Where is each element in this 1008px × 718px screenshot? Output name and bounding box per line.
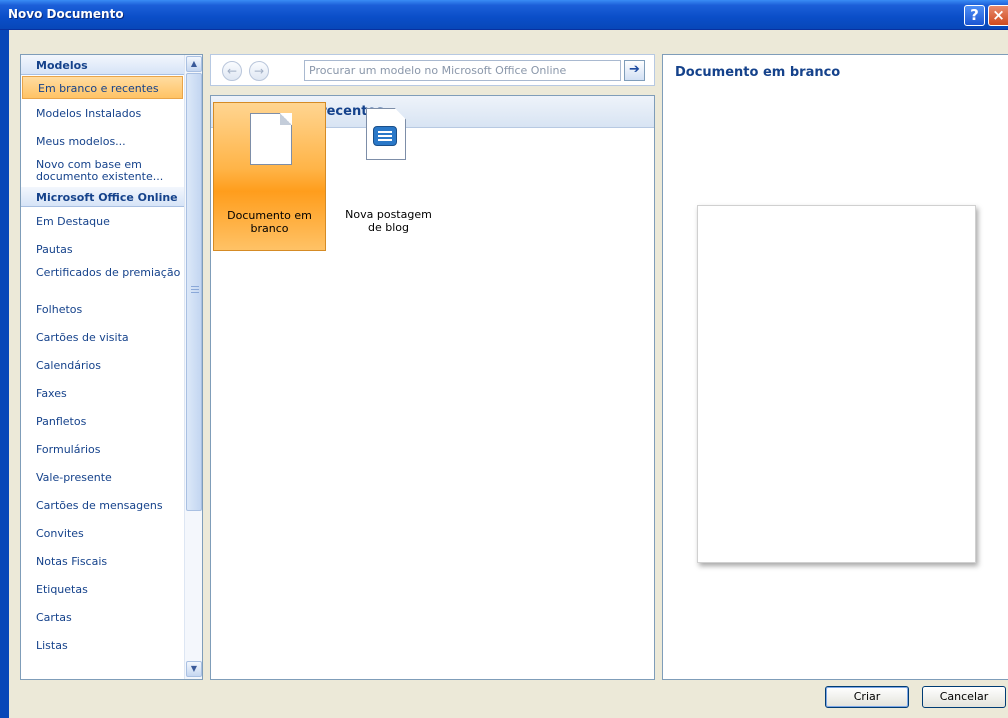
sidebar-item[interactable]: Meus modelos... bbox=[21, 127, 184, 155]
close-button[interactable]: × bbox=[988, 5, 1008, 26]
forward-arrow-icon[interactable]: → bbox=[249, 61, 269, 81]
sidebar-item[interactable]: Novo com base em documento existente... bbox=[21, 155, 184, 187]
sidebar-scrollbar[interactable]: ▲ ▼ bbox=[184, 55, 202, 679]
sidebar-item[interactable]: Folhetos bbox=[21, 295, 184, 323]
template-blank-document[interactable]: Documento em branco bbox=[213, 102, 326, 251]
preview-pane: Documento em branco bbox=[662, 54, 1008, 680]
page-fold-icon bbox=[280, 113, 292, 125]
sidebar-item[interactable]: Panfletos bbox=[21, 407, 184, 435]
sidebar-item[interactable]: Formulários bbox=[21, 435, 184, 463]
template-blog-post[interactable]: Nova postagem de blog bbox=[332, 102, 445, 251]
sidebar-item[interactable]: Etiquetas bbox=[21, 575, 184, 603]
template-label: Documento em branco bbox=[227, 209, 312, 235]
template-category-sidebar: Modelos Em branco e recentes Modelos Insta… bbox=[20, 54, 203, 680]
sidebar-item[interactable]: Calendários bbox=[21, 351, 184, 379]
scroll-down-button[interactable]: ▼ bbox=[186, 661, 202, 677]
sidebar-item[interactable]: Cartões de mensagens bbox=[21, 491, 184, 519]
sidebar-item[interactable]: Faxes bbox=[21, 379, 184, 407]
scroll-up-button[interactable]: ▲ bbox=[186, 56, 202, 72]
window-frame bbox=[0, 30, 9, 718]
preview-title: Documento em branco bbox=[675, 65, 841, 80]
title-bar: Novo Documento ? × bbox=[0, 0, 1008, 30]
cancel-button[interactable]: Cancelar bbox=[922, 686, 1006, 708]
sidebar-item[interactable]: Vale-presente bbox=[21, 463, 184, 491]
sidebar-item[interactable]: Em branco e recentes bbox=[22, 76, 183, 99]
create-button[interactable]: Criar bbox=[825, 686, 909, 708]
sidebar-item[interactable]: Pautas bbox=[21, 235, 184, 263]
sidebar-item[interactable]: Convites bbox=[21, 519, 184, 547]
sidebar-section-header: Modelos bbox=[21, 55, 184, 75]
sidebar-item[interactable]: Modelos Instalados bbox=[21, 99, 184, 127]
scroll-thumb[interactable] bbox=[186, 73, 202, 511]
grip-icon bbox=[191, 286, 199, 294]
search-toolbar: ← → Procurar um modelo no Microsoft Offi… bbox=[210, 54, 655, 86]
sidebar-item[interactable]: Cartões de visita bbox=[21, 323, 184, 351]
blog-speech-bubble-icon bbox=[373, 126, 397, 146]
sidebar-section-header: Microsoft Office Online bbox=[21, 187, 184, 207]
help-button[interactable]: ? bbox=[964, 5, 985, 26]
sidebar-item[interactable]: Cartas bbox=[21, 603, 184, 631]
sidebar-item[interactable]: Em Destaque bbox=[21, 207, 184, 235]
search-input[interactable]: Procurar um modelo no Microsoft Office O… bbox=[304, 60, 621, 81]
sidebar-item[interactable]: Listas bbox=[21, 631, 184, 659]
sidebar-item[interactable]: Notas Fiscais bbox=[21, 547, 184, 575]
preview-thumbnail bbox=[697, 205, 976, 563]
template-gallery: Em branco e recentes Documento em branco… bbox=[210, 95, 655, 680]
template-label: Nova postagem de blog bbox=[345, 208, 432, 234]
category-list: Modelos Em branco e recentes Modelos Insta… bbox=[21, 55, 184, 659]
search-go-button[interactable]: ➔ bbox=[624, 60, 645, 81]
back-arrow-icon[interactable]: ← bbox=[222, 61, 242, 81]
window-title: Novo Documento bbox=[8, 7, 124, 21]
sidebar-item[interactable]: Certificados de premiação bbox=[21, 263, 184, 295]
